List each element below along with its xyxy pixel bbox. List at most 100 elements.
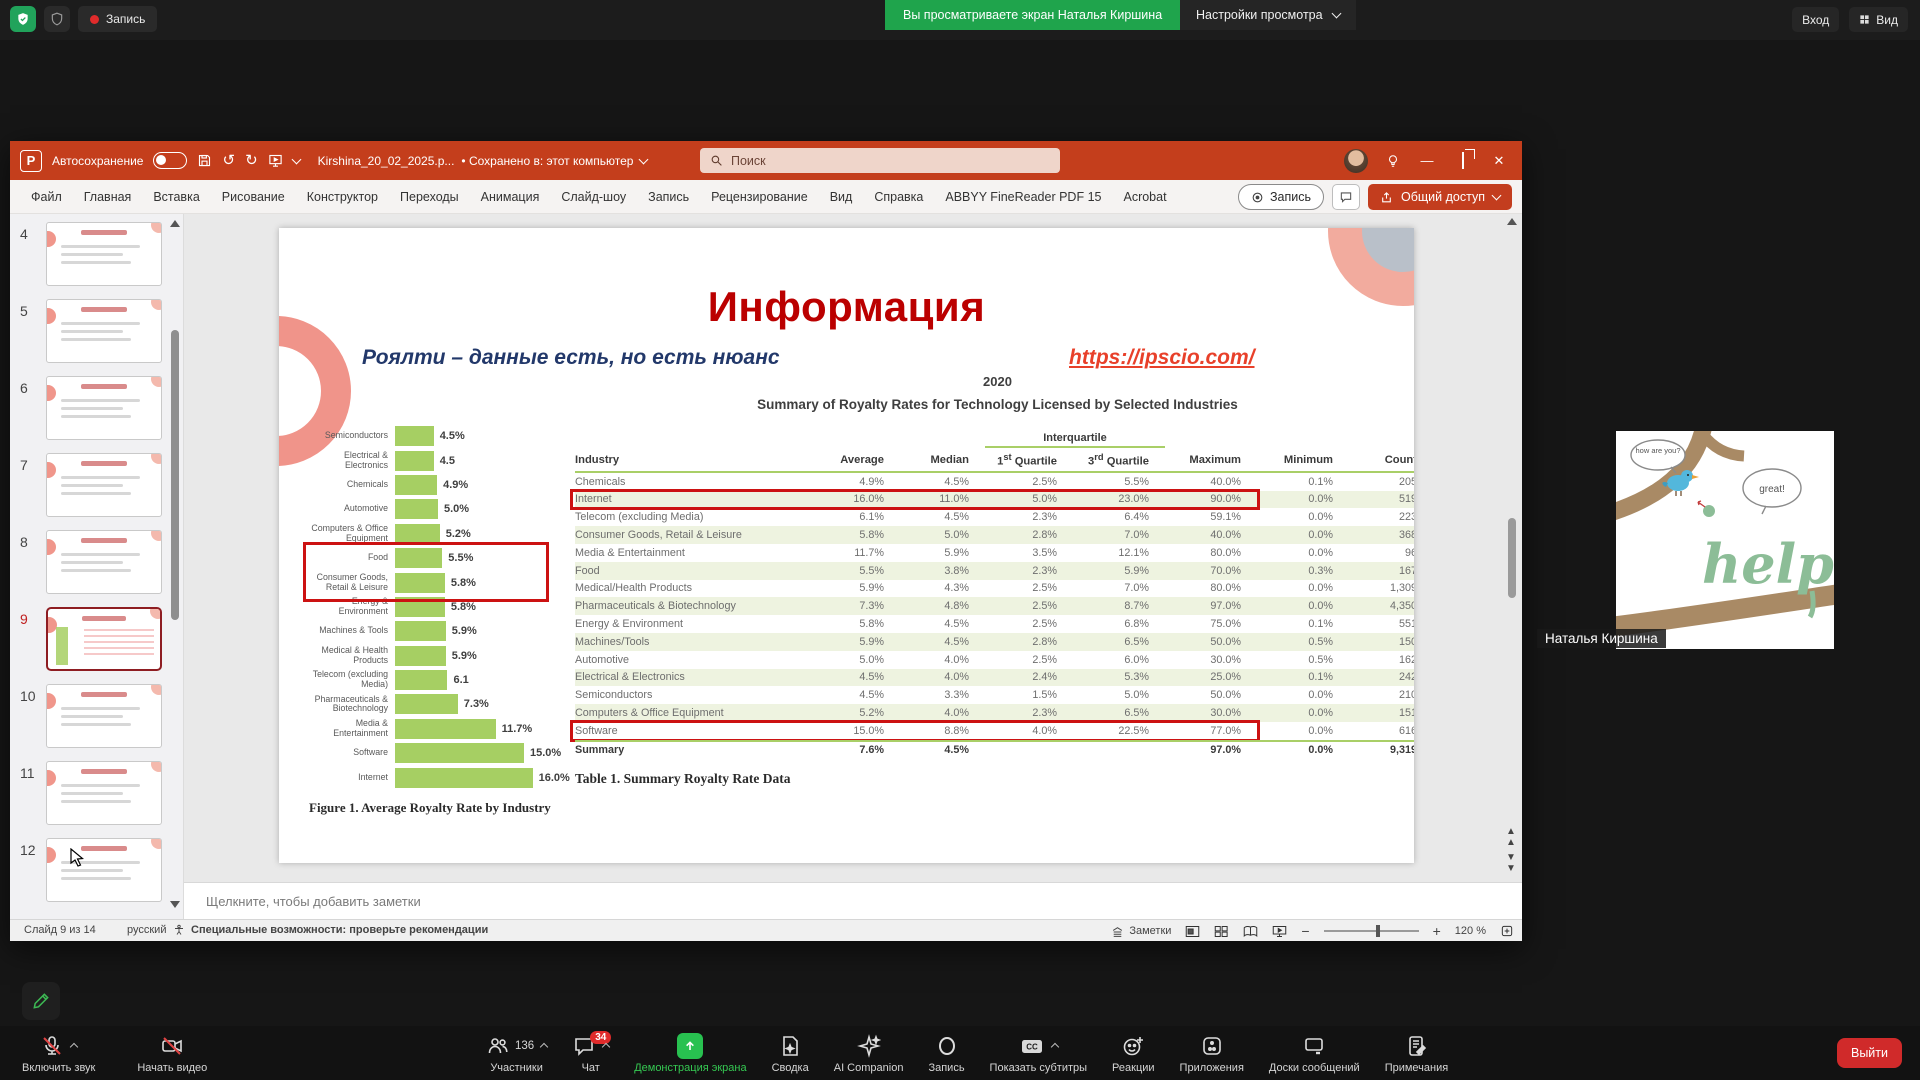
slide-thumbnail-9[interactable]: 9: [10, 607, 184, 677]
zoom-slider[interactable]: [1324, 930, 1419, 932]
annotations-button[interactable]: Примечания: [1377, 1033, 1457, 1074]
ribbon-tab-6[interactable]: Анимация: [470, 180, 551, 214]
slide-thumbnail-4[interactable]: 4: [10, 222, 184, 292]
slideshow-view-icon[interactable]: [1272, 925, 1287, 938]
slide-thumbnail-12[interactable]: 12: [10, 838, 184, 908]
slide-thumbnail-card[interactable]: [46, 607, 162, 671]
scroll-up-icon[interactable]: [1507, 218, 1517, 225]
fit-to-window-icon[interactable]: [1500, 924, 1514, 938]
encryption-icon[interactable]: [44, 6, 70, 32]
webcam-video[interactable]: how are you? great! help: [1616, 431, 1834, 649]
accessibility-status[interactable]: Специальные возможности: проверьте реком…: [191, 924, 488, 936]
chevron-up-icon[interactable]: [70, 1043, 78, 1051]
quick-access-chevron-icon[interactable]: [291, 154, 301, 164]
participants-count: 136: [515, 1040, 534, 1052]
ribbon-tab-12[interactable]: ABBYY FineReader PDF 15: [934, 180, 1112, 214]
chevron-up-icon[interactable]: [602, 1043, 610, 1051]
leave-button[interactable]: Выйти: [1837, 1038, 1902, 1068]
undo-icon[interactable]: ↺: [222, 153, 235, 168]
zoom-in-button[interactable]: +: [1433, 923, 1441, 939]
zoom-level[interactable]: 120 %: [1455, 925, 1486, 937]
slide-thumbnail-card[interactable]: [46, 761, 162, 825]
unmute-button[interactable]: Включить звук: [14, 1033, 103, 1074]
ribbon-tab-7[interactable]: Слайд-шоу: [550, 180, 637, 214]
ribbon-tab-11[interactable]: Справка: [863, 180, 934, 214]
ai-companion-button[interactable]: AI Companion: [826, 1033, 912, 1074]
slide-thumbnail-10[interactable]: 10: [10, 684, 184, 754]
notes-area[interactable]: Щелкните, чтобы добавить заметки: [184, 882, 1522, 919]
slide-link[interactable]: https://ipscio.com/: [1069, 346, 1255, 370]
comments-button[interactable]: [1332, 184, 1360, 210]
canvas-scrollbar[interactable]: ▲▲ ▼▼: [1506, 218, 1518, 874]
start-video-button[interactable]: Начать видео: [129, 1033, 215, 1074]
participants-button[interactable]: 136 Участники: [478, 1033, 555, 1074]
slide-thumbnail-card[interactable]: [46, 530, 162, 594]
ribbon-tab-4[interactable]: Конструктор: [296, 180, 389, 214]
slide-thumbnail-5[interactable]: 5: [10, 299, 184, 369]
security-shield-icon[interactable]: [10, 6, 36, 32]
slide-thumbnail-6[interactable]: 6: [10, 376, 184, 446]
ribbon-tab-0[interactable]: Файл: [20, 180, 73, 214]
ribbon-tab-3[interactable]: Рисование: [211, 180, 296, 214]
start-slideshow-icon[interactable]: [268, 153, 283, 168]
reading-view-icon[interactable]: [1243, 925, 1258, 938]
apps-button[interactable]: Приложения: [1172, 1033, 1252, 1074]
ribbon-tab-5[interactable]: Переходы: [389, 180, 470, 214]
slide-sorter-icon[interactable]: [1214, 925, 1229, 938]
search-box[interactable]: [700, 148, 1060, 173]
ribbon-tab-2[interactable]: Вставка: [142, 180, 210, 214]
lightbulb-icon[interactable]: [1386, 154, 1400, 168]
view-button[interactable]: Вид: [1849, 7, 1908, 32]
view-settings-button[interactable]: Настройки просмотра: [1180, 0, 1356, 30]
chat-button[interactable]: 34 Чат: [564, 1033, 617, 1074]
search-input[interactable]: [731, 154, 1031, 168]
redo-icon[interactable]: ↻: [245, 153, 258, 168]
chevron-up-icon[interactable]: [540, 1043, 548, 1051]
slide-thumbnail-card[interactable]: [46, 453, 162, 517]
slide-thumbnail-card[interactable]: [46, 838, 162, 902]
file-name[interactable]: Kirshina_20_02_2025.p...: [318, 154, 455, 168]
reactions-button[interactable]: Реакции: [1104, 1033, 1163, 1074]
record-button[interactable]: Запись: [1238, 184, 1324, 210]
slide-thumbnail-7[interactable]: 7: [10, 453, 184, 523]
thumb-title-line: [81, 384, 127, 389]
share-screen-button[interactable]: Демонстрация экрана: [626, 1033, 754, 1074]
save-icon[interactable]: [197, 153, 212, 168]
ribbon-tab-8[interactable]: Запись: [637, 180, 700, 214]
slide-thumbnail-card[interactable]: [46, 684, 162, 748]
user-avatar[interactable]: [1344, 149, 1368, 173]
minimize-button[interactable]: —: [1418, 153, 1436, 168]
language-indicator[interactable]: русский: [127, 924, 166, 936]
ribbon-tab-13[interactable]: Acrobat: [1112, 180, 1177, 214]
table-row: Automotive5.0%4.0%2.5%6.0%30.0%0.5%162: [575, 651, 1414, 669]
whiteboards-button[interactable]: Доски сообщений: [1261, 1033, 1368, 1074]
notes-toggle-button[interactable]: Заметки: [1111, 925, 1171, 938]
close-button[interactable]: ✕: [1490, 153, 1508, 169]
slide-thumbnail-card[interactable]: [46, 376, 162, 440]
bar: [395, 719, 496, 739]
share-button[interactable]: Общий доступ: [1368, 184, 1512, 210]
slide-thumbnail-card[interactable]: [46, 299, 162, 363]
slide-thumbnail-8[interactable]: 8: [10, 530, 184, 600]
saved-status[interactable]: • Сохранено в: этот компьютер: [461, 154, 633, 168]
zoom-out-button[interactable]: −: [1301, 923, 1309, 939]
login-button[interactable]: Вход: [1792, 7, 1839, 32]
ribbon-tab-10[interactable]: Вид: [819, 180, 864, 214]
slide-thumbnail-card[interactable]: [46, 222, 162, 286]
ribbon-tab-9[interactable]: Рецензирование: [700, 180, 819, 214]
restore-button[interactable]: [1454, 153, 1472, 168]
slide-thumbnail-11[interactable]: 11: [10, 761, 184, 831]
previous-slide-button[interactable]: ▲▲: [1506, 826, 1516, 848]
recording-indicator[interactable]: Запись: [78, 6, 157, 32]
ribbon-tab-1[interactable]: Главная: [73, 180, 143, 214]
captions-button[interactable]: CC Показать субтитры: [982, 1033, 1096, 1074]
summary-button[interactable]: Сводка: [764, 1033, 817, 1074]
normal-view-icon[interactable]: [1185, 925, 1200, 938]
slide[interactable]: Информация Роялти – данные есть, но есть…: [279, 228, 1414, 863]
autosave-toggle[interactable]: [153, 152, 187, 169]
next-slide-button[interactable]: ▼▼: [1506, 852, 1516, 874]
annotation-pencil-button[interactable]: [22, 982, 60, 1020]
chevron-up-icon[interactable]: [1051, 1043, 1059, 1051]
table-cell: 70.0%: [1165, 565, 1257, 577]
record-button[interactable]: Запись: [920, 1033, 972, 1074]
